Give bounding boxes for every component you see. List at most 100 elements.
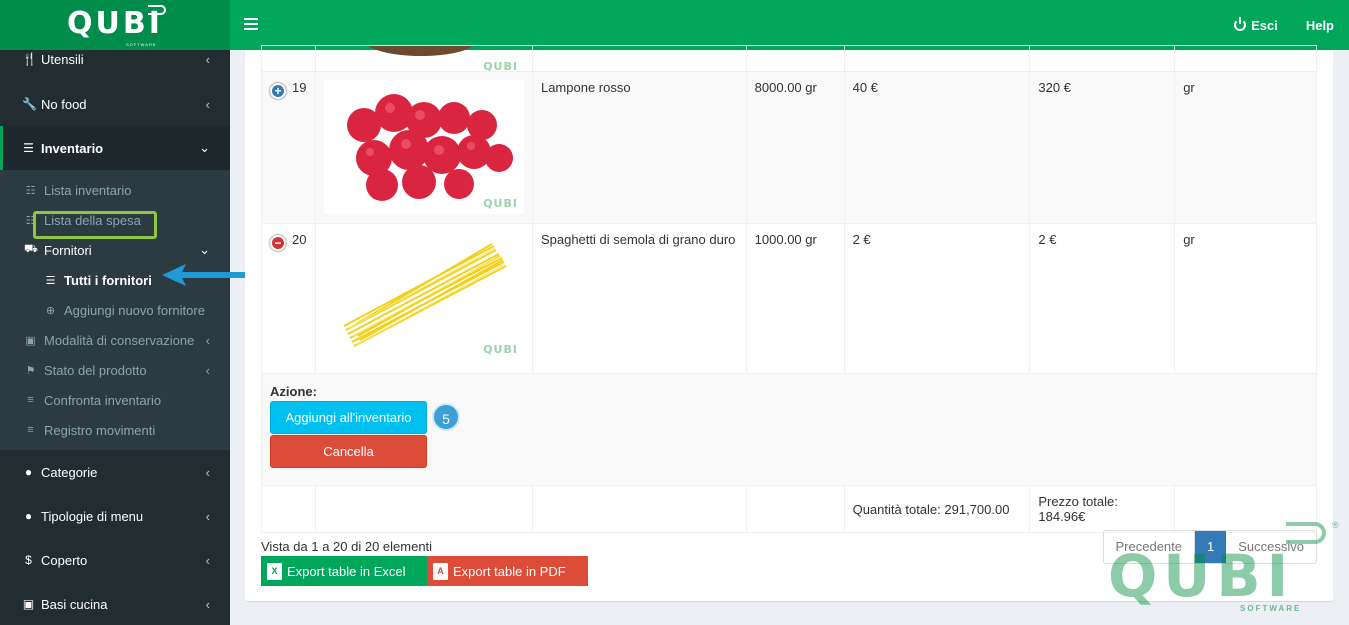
list-icon: ☷: [25, 214, 36, 227]
chevron-down-icon: ⌄: [199, 140, 210, 155]
sidebar-item-fornitori[interactable]: ⛟ Fornitori ⌄: [0, 235, 230, 265]
image-watermark: QUBI: [483, 343, 518, 356]
product-price: 2 €: [843, 223, 1031, 374]
table-info: Vista da 1 a 20 di 20 elementi: [261, 539, 433, 554]
export-excel-button[interactable]: X Export table in Excel: [261, 556, 427, 586]
pagination-page-1[interactable]: 1: [1195, 531, 1227, 563]
bars-icon: ≡: [27, 394, 34, 406]
sidebar-item-aggiungi-fornitore[interactable]: ⊕ Aggiungi nuovo fornitore: [0, 295, 230, 325]
step-badge: 5: [432, 403, 460, 431]
sidebar-item-label: Lista della spesa: [44, 212, 141, 228]
row-id: 20: [292, 232, 307, 247]
table-icon: ☰: [23, 141, 34, 155]
image-watermark: QUBI: [483, 197, 518, 210]
add-to-inventory-button[interactable]: Aggiungi all'inventario: [270, 401, 427, 434]
chevron-left-icon: ‹: [205, 508, 210, 524]
product-name: Spaghetti di semola di grano duro: [531, 223, 747, 374]
bars-icon: ≡: [27, 424, 34, 436]
app-logo[interactable]: QUBI SOFTWARE: [0, 0, 230, 50]
expand-row-icon[interactable]: +: [270, 83, 286, 99]
chevron-left-icon: ‹: [205, 552, 210, 568]
table-row: +19 QUBI Lampone rosso 8000.00 gr 40 € 3…: [261, 71, 1317, 224]
top-navbar: QUBI SOFTWARE Esci Help: [0, 0, 1349, 50]
table-row-actions: Azione: Aggiungi all'inventario Cancella…: [261, 373, 1317, 486]
cutlery-icon: 🍴: [22, 52, 37, 66]
action-label: Azione:: [270, 384, 317, 399]
total-quantity: Quantità totale: 291,700.00: [843, 485, 1031, 533]
sidebar-item-stato-prodotto[interactable]: ⚑ Stato del prodotto ‹: [0, 355, 230, 385]
table-row-totals: Quantità totale: 291,700.00 Prezzo total…: [261, 485, 1317, 533]
sidebar-item-lista-inventario[interactable]: ☷ Lista inventario: [0, 175, 230, 205]
product-unit: gr: [1174, 223, 1317, 374]
sidebar-toggle-button[interactable]: [244, 18, 258, 30]
table-row: −20 QUBI Spaghetti di semola di grano du…: [261, 223, 1317, 374]
sidebar-item-label: Basi cucina: [41, 596, 108, 612]
sidebar-item-inventario[interactable]: ☰ Inventario ⌄: [0, 126, 230, 170]
watermark-subtitle: SOFTWARE: [1240, 604, 1302, 613]
sidebar-item-label: No food: [41, 96, 87, 112]
pagination-previous[interactable]: Precedente: [1104, 531, 1196, 563]
export-pdf-button[interactable]: A Export table in PDF: [427, 556, 588, 586]
logo-subtitle: SOFTWARE: [126, 42, 157, 47]
logout-label: Esci: [1251, 17, 1278, 33]
product-quantity: 8000.00 gr: [745, 71, 845, 224]
product-total: 320 €: [1029, 71, 1176, 224]
sidebar-item-label: Aggiungi nuovo fornitore: [64, 302, 205, 318]
product-name: Lampone rosso: [531, 71, 747, 224]
sidebar-item-label: Fornitori: [44, 242, 92, 258]
chevron-left-icon: ‹: [205, 362, 210, 378]
product-image-raspberry: QUBI: [323, 80, 524, 214]
list-icon: ☰: [45, 274, 56, 287]
sidebar-item-confronta-inventario[interactable]: ≡ Confronta inventario: [0, 385, 230, 415]
flag-icon: ⚑: [25, 364, 36, 377]
pdf-file-icon: A: [433, 562, 448, 580]
product-image-partial: [365, 46, 476, 56]
sidebar-item-no-food[interactable]: 🔧 No food ‹: [0, 82, 230, 126]
export-excel-label: Export table in Excel: [287, 563, 406, 579]
sidebar-item-tipologie-menu[interactable]: ● Tipologie di menu ‹: [0, 494, 230, 538]
sidebar-item-categorie[interactable]: ● Categorie ‹: [0, 450, 230, 494]
chevron-left-icon: ‹: [205, 96, 210, 112]
chevron-left-icon: ‹: [205, 332, 210, 348]
inventario-submenu: ☷ Lista inventario ☷ Lista della spesa ⛟…: [0, 170, 230, 450]
sidebar-item-utensili[interactable]: 🍴 Utensili ‹: [0, 50, 230, 72]
table-row: QUBI: [261, 45, 1317, 72]
logo-mark-icon: [148, 5, 166, 15]
plus-circle-icon: ⊕: [45, 304, 56, 317]
image-watermark: QUBI: [483, 60, 518, 71]
sidebar-item-label: Inventario: [41, 140, 104, 156]
sidebar-item-label: Tutti i fornitori: [64, 272, 152, 288]
product-price: 40 €: [843, 71, 1031, 224]
chevron-down-icon: ⌄: [199, 242, 210, 257]
pagination-next[interactable]: Successivo: [1226, 531, 1316, 563]
collapse-row-icon[interactable]: −: [270, 235, 286, 251]
sidebar-item-modalita-conservazione[interactable]: ▣ Modalità di conservazione ‹: [0, 325, 230, 355]
sidebar-item-registro-movimenti[interactable]: ≡ Registro movimenti: [0, 415, 230, 445]
sidebar-item-label: Tipologie di menu: [41, 508, 144, 524]
pagination: Precedente 1 Successivo: [1102, 530, 1317, 564]
list-icon: ☷: [25, 184, 36, 197]
products-table: QUBI +19 QUBI Lampone rosso 8000.00 gr 4…: [261, 45, 1317, 533]
info-icon: ●: [24, 509, 33, 523]
sidebar-item-label: Confronta inventario: [44, 392, 162, 408]
sidebar-item-lista-spesa[interactable]: ☷ Lista della spesa: [0, 205, 230, 235]
tag-icon: ●: [24, 465, 33, 479]
sidebar-item-basi-cucina[interactable]: ▣ Basi cucina ‹: [0, 582, 230, 625]
excel-file-icon: X: [267, 562, 282, 580]
logout-button[interactable]: Esci: [1234, 17, 1278, 33]
sidebar-item-label: Stato del prodotto: [44, 362, 147, 378]
dollar-icon: $: [25, 553, 32, 567]
chevron-left-icon: ‹: [205, 52, 210, 67]
export-pdf-label: Export table in PDF: [453, 563, 566, 579]
sidebar-item-label: Coperto: [41, 552, 88, 568]
help-link[interactable]: Help: [1306, 18, 1334, 33]
product-unit: gr: [1174, 71, 1317, 224]
sidebar-item-label: Utensili: [41, 52, 84, 67]
sidebar-item-label: Modalità di conservazione: [44, 332, 195, 348]
total-price: Prezzo totale: 184.96€: [1029, 485, 1176, 533]
chevron-left-icon: ‹: [205, 464, 210, 480]
cancel-button[interactable]: Cancella: [270, 435, 427, 468]
cube-icon: ▣: [25, 334, 36, 347]
cube-icon: ▣: [22, 597, 35, 611]
sidebar-item-coperto[interactable]: $ Coperto ‹: [0, 538, 230, 582]
